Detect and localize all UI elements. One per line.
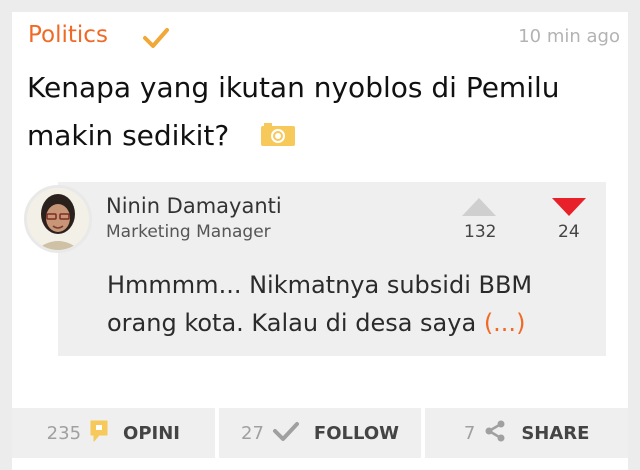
share-icon [483,419,507,448]
action-bar: 235 OPINI 27 FOLLOW 7 SHARE [12,408,629,458]
opini-label: OPINI [123,422,180,444]
opini-button[interactable]: 235 OPINI [12,408,215,458]
author-role: Marketing Manager [106,222,271,242]
follow-label: FOLLOW [313,422,399,444]
follow-count: 27 [241,422,264,444]
camera-icon[interactable] [260,115,296,163]
post-title[interactable]: Kenapa yang ikutan nyoblos di Pemilu mak… [27,64,607,163]
category-link[interactable]: Politics [28,22,108,48]
share-count: 7 [463,422,476,444]
avatar[interactable] [24,185,92,253]
post-time: 10 min ago [518,26,620,47]
answer-text-body: Hmmmm... Nikmatnya subsidi BBM orang kot… [107,271,533,337]
follow-button[interactable]: 27 FOLLOW [218,408,422,458]
check-icon [142,26,170,54]
read-more-link[interactable]: (...) [484,309,526,337]
opinion-icon [89,419,109,448]
downvote-count: 24 [558,222,580,242]
opini-count: 235 [46,422,82,444]
upvote-icon[interactable] [462,198,496,220]
upvote-count: 132 [464,222,497,242]
share-button[interactable]: 7 SHARE [425,408,629,458]
share-label: SHARE [521,422,590,444]
downvote-icon[interactable] [552,198,586,220]
author-name[interactable]: Ninin Damayanti [106,194,282,218]
check-icon [272,420,300,447]
answer-text: Hmmmm... Nikmatnya subsidi BBM orang kot… [107,266,603,342]
